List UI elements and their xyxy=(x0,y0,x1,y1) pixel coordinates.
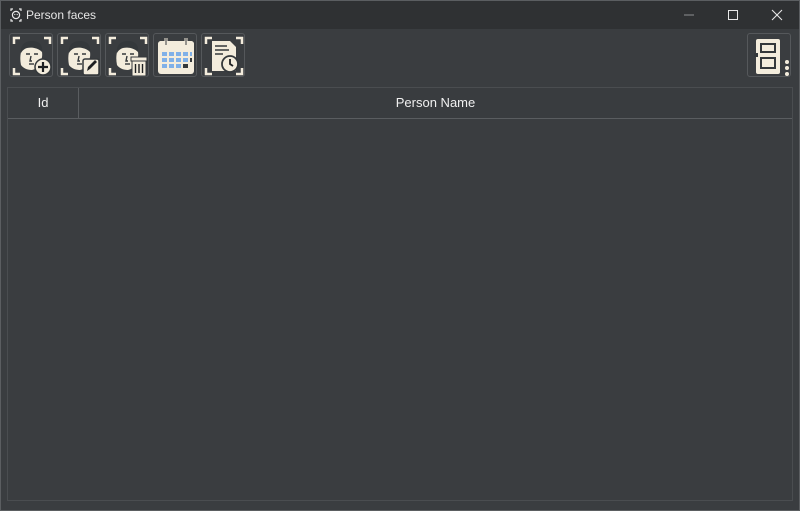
calendar-button[interactable] xyxy=(153,33,197,77)
delete-person-button[interactable] xyxy=(105,33,149,77)
minimize-button[interactable] xyxy=(667,1,711,29)
toolbar xyxy=(1,29,799,85)
edit-person-face-icon xyxy=(60,36,100,76)
table-header: Id Person Name xyxy=(8,88,792,119)
layout-more-icon xyxy=(754,39,789,76)
delete-person-face-icon xyxy=(108,36,148,77)
close-icon xyxy=(771,9,783,21)
person-faces-table[interactable]: Id Person Name xyxy=(7,87,793,501)
history-button[interactable] xyxy=(201,33,245,77)
window-title: Person faces xyxy=(26,8,97,22)
close-button[interactable] xyxy=(755,1,799,29)
title-bar[interactable]: Person faces xyxy=(1,1,799,29)
maximize-icon xyxy=(728,10,738,20)
maximize-button[interactable] xyxy=(711,1,755,29)
layout-options-button[interactable] xyxy=(747,33,791,77)
app-face-icon xyxy=(9,8,23,22)
add-person-face-icon xyxy=(12,36,52,76)
column-header-id[interactable]: Id xyxy=(8,88,79,118)
calendar-icon xyxy=(158,38,194,74)
app-window: Person faces Id Person Name xyxy=(0,0,800,511)
add-person-button[interactable] xyxy=(9,33,53,77)
minimize-icon xyxy=(684,14,694,16)
column-header-person-name[interactable]: Person Name xyxy=(79,88,792,118)
document-history-icon xyxy=(204,36,244,76)
table-body[interactable] xyxy=(8,119,792,500)
edit-person-button[interactable] xyxy=(57,33,101,77)
